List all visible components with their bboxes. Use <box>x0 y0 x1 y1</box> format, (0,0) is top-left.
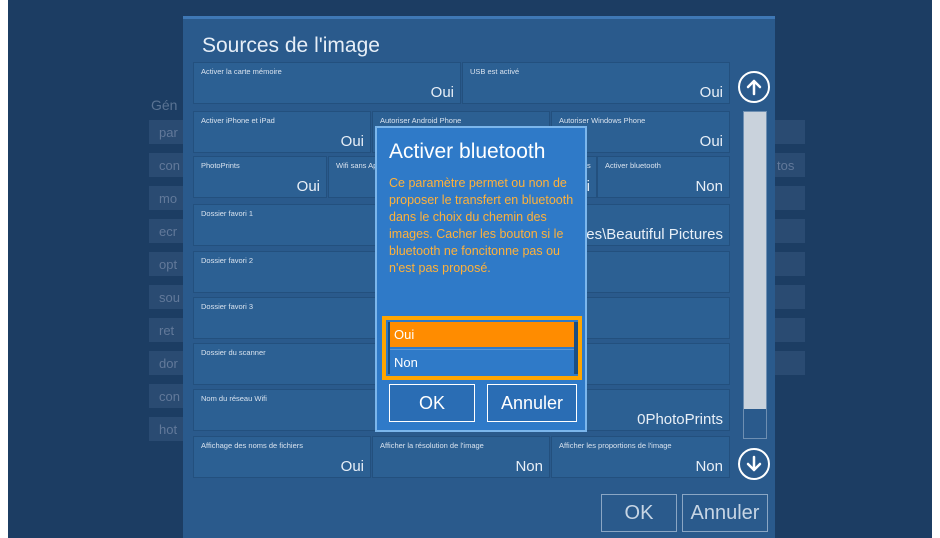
field-label: Nom du réseau Wifi <box>201 394 267 403</box>
app-screen: Gén par con mo ecr opt sou ret dor con h… <box>8 0 932 538</box>
arrow-up-circle-icon[interactable] <box>738 71 770 103</box>
field-iphone-ipad[interactable]: Activer iPhone et iPad Oui <box>193 111 371 153</box>
field-value: 0PhotoPrints <box>637 411 723 428</box>
field-label: Affichage des noms de fichiers <box>201 441 304 450</box>
background-right-item <box>775 186 805 210</box>
dialog-title: Sources de l'image <box>202 34 380 57</box>
field-bluetooth[interactable]: Activer bluetooth Non <box>597 156 730 198</box>
background-right-item <box>775 219 805 243</box>
field-value: i <box>586 178 590 195</box>
field-value: res\Beautiful Pictures <box>581 226 723 243</box>
field-value: Non <box>695 178 723 195</box>
popup-ok-button[interactable]: OK <box>389 384 475 422</box>
ok-button[interactable]: OK <box>601 494 677 532</box>
background-right-item <box>775 120 805 144</box>
field-label: Afficher la résolution de l'image <box>380 441 484 450</box>
background-right-item: tos <box>775 153 805 177</box>
field-label: Dossier favori 3 <box>201 302 254 311</box>
background-right-item <box>775 252 805 276</box>
field-value: Oui <box>699 84 723 101</box>
field-show-file-names[interactable]: Affichage des noms de fichiers Oui <box>193 436 371 478</box>
bluetooth-option-popup: Activer bluetooth Ce paramètre permet ou… <box>375 126 587 432</box>
field-label: Activer bluetooth <box>605 161 661 170</box>
field-value: Oui <box>340 133 364 150</box>
field-value: Oui <box>430 84 454 101</box>
option-list: Oui Non <box>382 316 582 380</box>
background-section-title: Gén <box>151 97 178 113</box>
field-value: Oui <box>340 458 364 475</box>
field-label: Afficher les proportions de l'image <box>559 441 672 450</box>
field-label: Dossier du scanner <box>201 348 266 357</box>
field-value: Non <box>695 458 723 475</box>
field-usb[interactable]: USB est activé Oui <box>462 62 730 104</box>
arrow-down-circle-icon[interactable] <box>738 448 770 480</box>
field-show-proportions[interactable]: Afficher les proportions de l'image Non <box>551 436 730 478</box>
popup-title: Activer bluetooth <box>389 140 546 163</box>
field-label: Dossier favori 1 <box>201 209 254 218</box>
option-list-divider <box>574 322 578 374</box>
field-label: Activer iPhone et iPad <box>201 116 275 125</box>
field-value: Oui <box>296 178 320 195</box>
field-label: s <box>587 161 591 170</box>
field-photoprints[interactable]: PhotoPrints Oui <box>193 156 327 198</box>
field-show-resolution[interactable]: Afficher la résolution de l'image Non <box>372 436 550 478</box>
field-memory-card[interactable]: Activer la carte mémoire Oui <box>193 62 461 104</box>
field-value: Oui <box>699 133 723 150</box>
field-label: USB est activé <box>470 67 520 76</box>
option-non[interactable]: Non <box>390 349 574 374</box>
field-value: Non <box>515 458 543 475</box>
field-label: Autoriser Windows Phone <box>559 116 646 125</box>
popup-cancel-button[interactable]: Annuler <box>487 384 577 422</box>
arrow-up-icon <box>746 79 762 96</box>
background-right-item <box>775 351 805 375</box>
field-label: Dossier favori 2 <box>201 256 254 265</box>
background-right-item <box>775 285 805 309</box>
option-oui[interactable]: Oui <box>390 322 574 347</box>
cancel-button[interactable]: Annuler <box>682 494 768 532</box>
field-label: Activer la carte mémoire <box>201 67 282 76</box>
scrollbar-thumb[interactable] <box>744 112 766 409</box>
arrow-down-icon <box>746 455 762 472</box>
field-label: PhotoPrints <box>201 161 240 170</box>
field-label: Autoriser Android Phone <box>380 116 462 125</box>
popup-description: Ce paramètre permet ou non de proposer l… <box>389 176 574 275</box>
background-right-item <box>775 318 805 342</box>
